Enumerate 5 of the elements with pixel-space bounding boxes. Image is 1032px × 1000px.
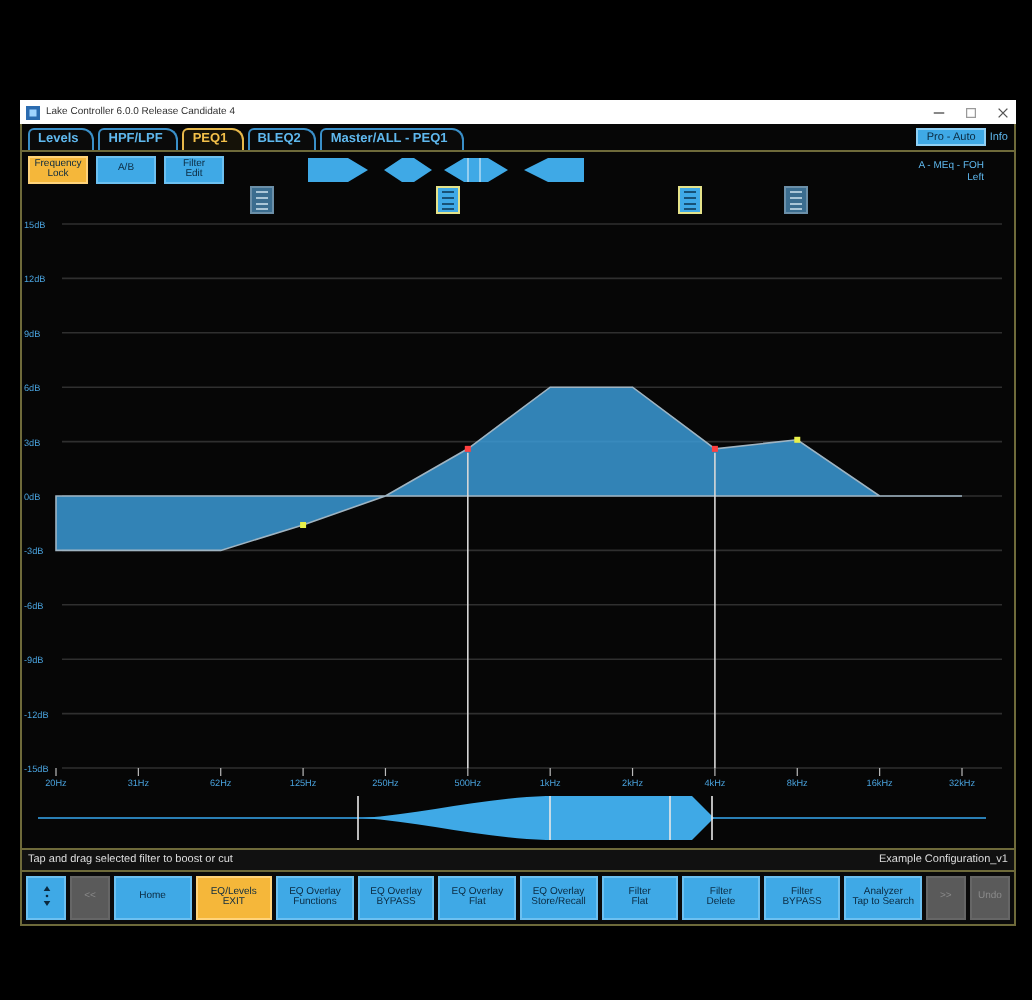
scroll-button[interactable]	[26, 876, 66, 920]
app-icon	[26, 105, 40, 119]
scroll-arrows-icon	[41, 883, 51, 908]
close-icon[interactable]	[996, 105, 1010, 119]
maximize-icon[interactable]	[964, 105, 978, 119]
